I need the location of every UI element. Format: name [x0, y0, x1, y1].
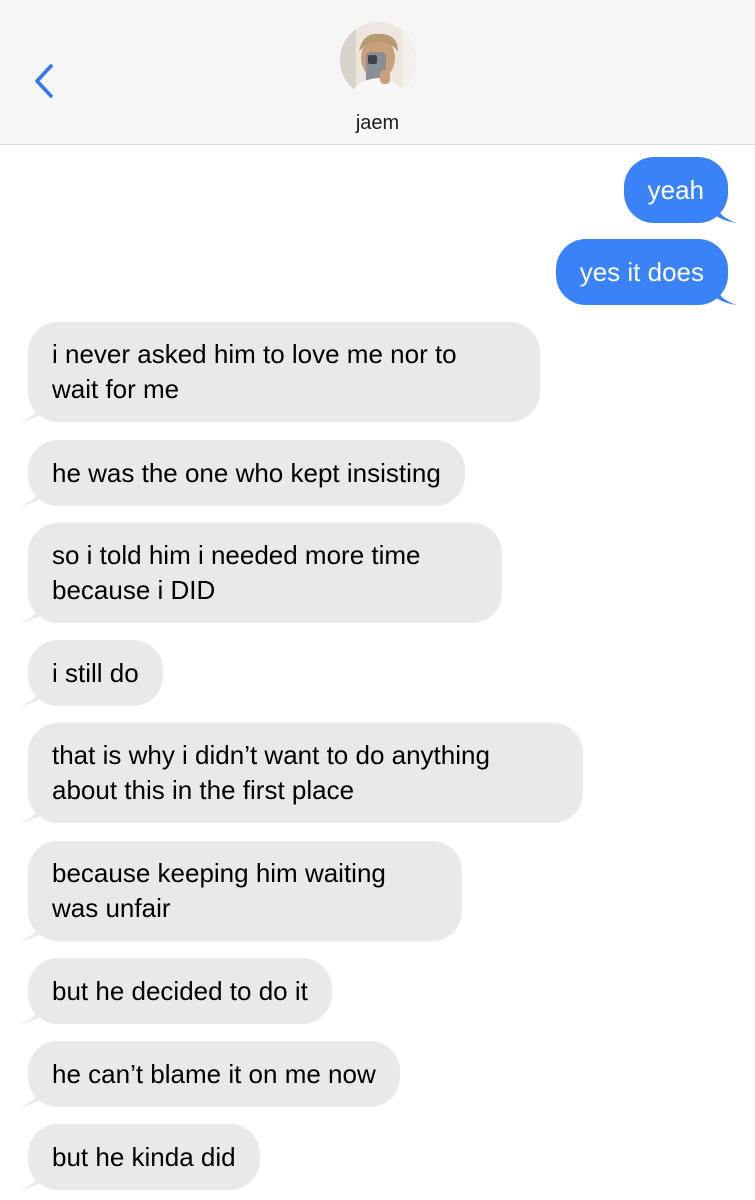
bubble-tail [19, 1168, 41, 1190]
bubble-tail [19, 1002, 41, 1024]
message-text: so i told him i needed more time because… [52, 540, 421, 605]
bubble-tail [19, 801, 41, 823]
message-text: that is why i didn’t want to do anything… [52, 740, 490, 805]
avatar-photo [340, 22, 416, 98]
chevron-left-icon [35, 64, 53, 98]
message-bubble-received[interactable]: that is why i didn’t want to do anything… [19, 723, 583, 823]
message-bubble-sent[interactable]: yes it does [555, 239, 737, 305]
message-bubble-received[interactable]: but he kinda did [19, 1124, 260, 1190]
message-bubble-received[interactable]: but he decided to do it [19, 958, 332, 1024]
message-bubble-received[interactable]: i still do [19, 640, 163, 706]
bubble-tail [19, 484, 41, 506]
bubble-tail [19, 919, 41, 941]
bubble-tail [715, 201, 737, 223]
message-bubble-sent[interactable]: yeah [623, 157, 737, 223]
bubble-tail [19, 684, 41, 706]
message-text: but he decided to do it [52, 975, 308, 1006]
message-bubble-received[interactable]: he can’t blame it on me now [19, 1041, 400, 1107]
message-bubble-received[interactable]: i never asked him to love me nor to wait… [19, 322, 540, 422]
back-button[interactable] [24, 56, 64, 106]
message-text: he was the one who kept insisting [52, 457, 441, 488]
message-bubble-received[interactable]: so i told him i needed more time because… [19, 523, 502, 623]
message-text: but he kinda did [52, 1141, 236, 1172]
contact-avatar[interactable] [340, 22, 416, 98]
message-text: yes it does [579, 256, 704, 287]
message-text: i never asked him to love me nor to wait… [52, 339, 457, 404]
message-text: yeah [647, 174, 704, 205]
message-bubble-received[interactable]: he was the one who kept insisting [19, 440, 465, 506]
bubble-tail [19, 601, 41, 623]
message-text: he can’t blame it on me now [52, 1058, 376, 1089]
bubble-tail [715, 283, 737, 305]
message-text: i still do [52, 657, 139, 688]
bubble-tail [19, 1085, 41, 1107]
conversation-header: jaem [0, 0, 755, 145]
contact-name[interactable]: jaem [0, 112, 755, 135]
message-bubble-received[interactable]: because keeping him waiting was unfair [19, 841, 462, 941]
message-text: because keeping him waiting was unfair [52, 858, 386, 923]
bubble-tail [19, 400, 41, 422]
